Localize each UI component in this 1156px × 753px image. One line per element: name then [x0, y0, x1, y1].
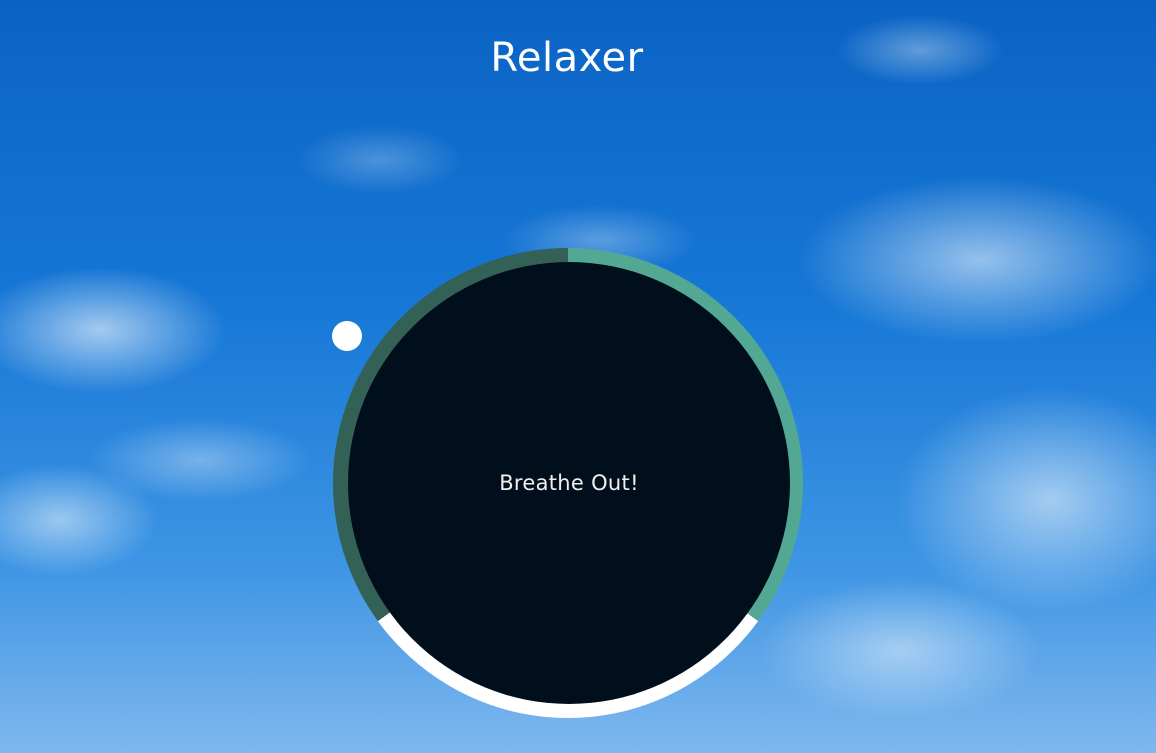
breathing-instruction-text: Breathe Out! [499, 471, 639, 495]
progress-pointer-icon [332, 321, 362, 351]
app-title: Relaxer [490, 34, 644, 81]
breathing-circle: Breathe Out! [348, 262, 790, 704]
